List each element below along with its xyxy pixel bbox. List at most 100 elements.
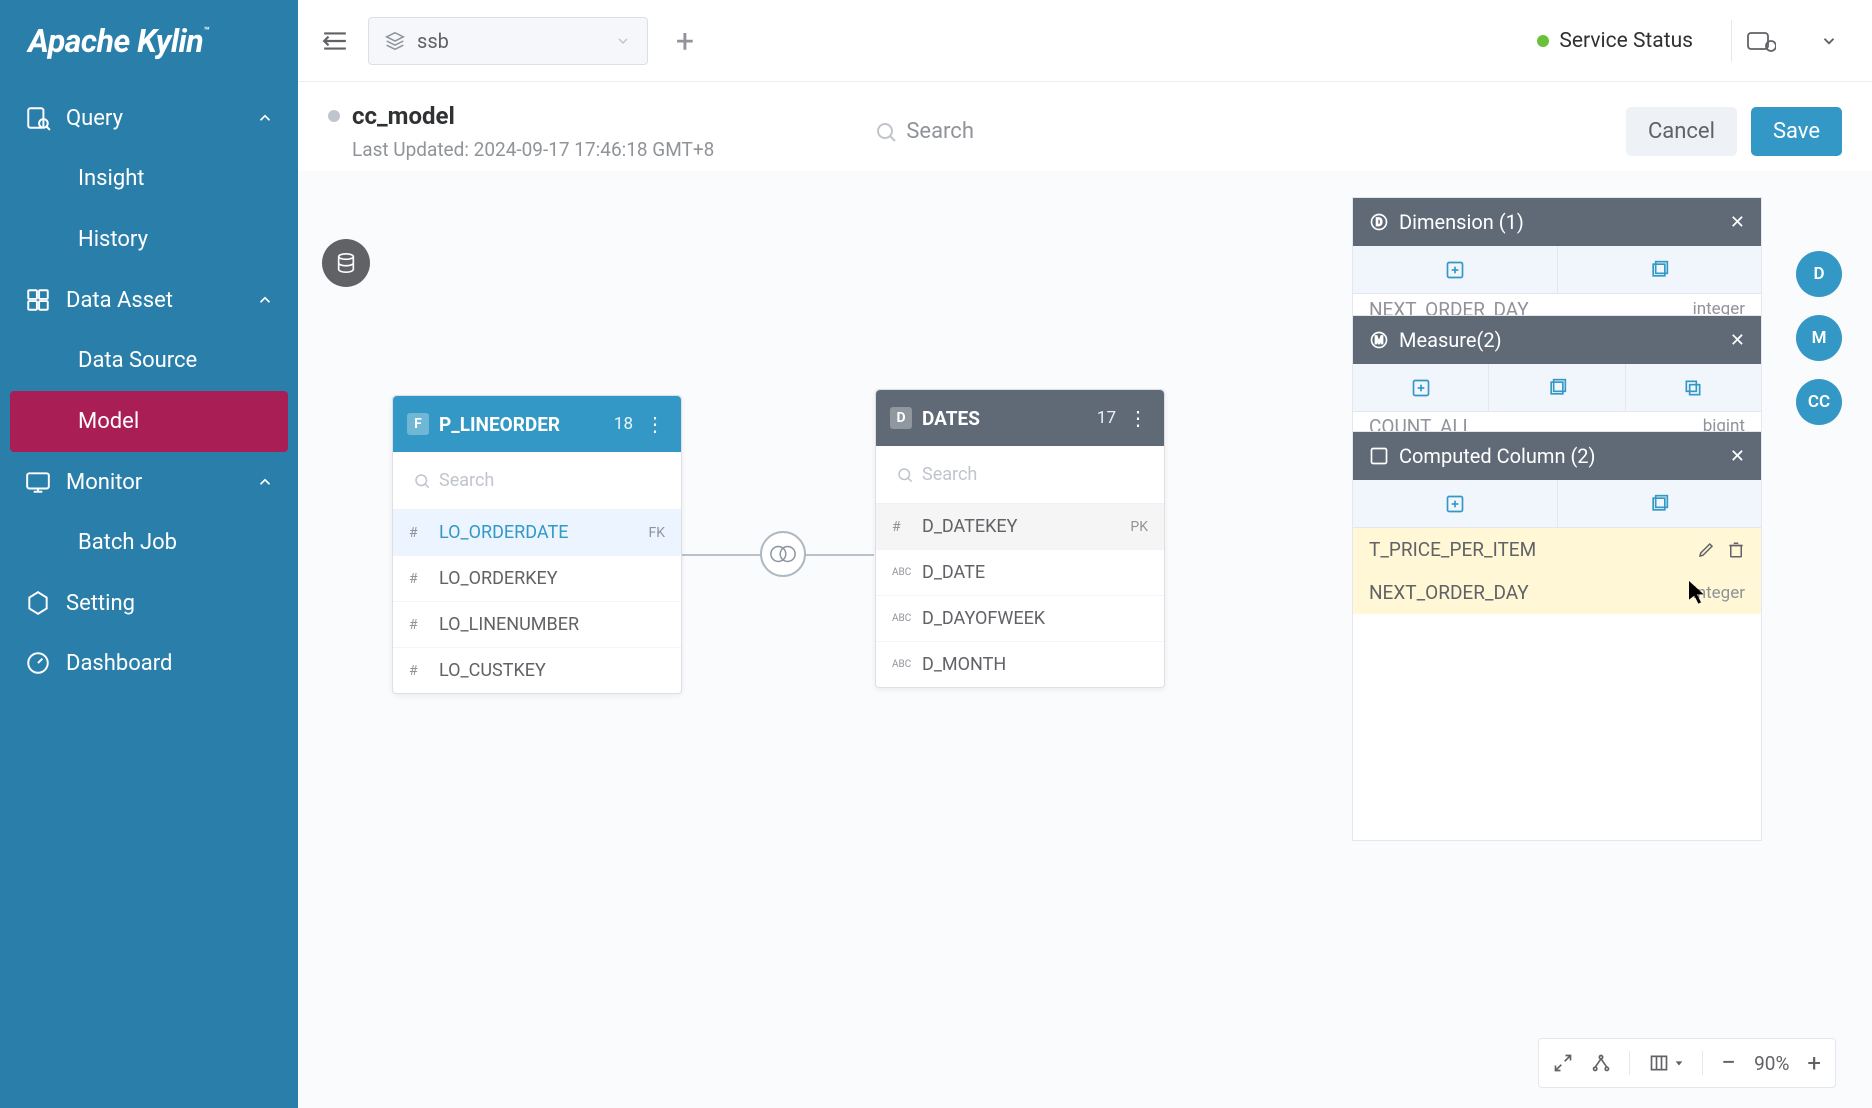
- data-source-toggle[interactable]: [322, 239, 370, 287]
- close-cc-icon[interactable]: ✕: [1730, 446, 1745, 467]
- model-status-dot-icon: [328, 110, 340, 122]
- save-button[interactable]: Save: [1751, 107, 1842, 156]
- close-dimension-icon[interactable]: ✕: [1730, 212, 1745, 233]
- rail-measure-button[interactable]: M: [1796, 315, 1842, 361]
- table-header[interactable]: F P_LINEORDER 18 ⋮: [393, 396, 681, 452]
- column-d-datekey[interactable]: #D_DATEKEYPK: [876, 504, 1164, 550]
- column-lo-orderdate[interactable]: #LO_ORDERDATEFK: [393, 510, 681, 556]
- table-title: DATES: [922, 407, 980, 430]
- logo: Apache Kylin™: [0, 12, 298, 88]
- view-mode-button[interactable]: [1648, 1053, 1684, 1073]
- nav-history[interactable]: History: [0, 209, 298, 270]
- rail-dimension-button[interactable]: D: [1796, 251, 1842, 297]
- column-lo-orderkey[interactable]: #LO_ORDERKEY: [393, 556, 681, 602]
- layers-icon: [385, 31, 405, 51]
- svg-text:M: M: [1375, 335, 1384, 346]
- dimension-batch-button[interactable]: [1558, 246, 1762, 293]
- canvas[interactable]: F P_LINEORDER 18 ⋮ Search #LO_ORDERDATEF…: [298, 171, 1872, 1108]
- column-lo-linenumber[interactable]: #LO_LINENUMBER: [393, 602, 681, 648]
- measure-add-button[interactable]: [1353, 364, 1489, 411]
- measure-copy-button[interactable]: [1489, 364, 1625, 411]
- join-node[interactable]: [760, 531, 806, 577]
- cc-batch-button[interactable]: [1558, 480, 1762, 527]
- model-name: cc_model: [352, 102, 455, 130]
- cc-title: Computed Column (2): [1399, 444, 1596, 468]
- table-dates[interactable]: D DATES 17 ⋮ Search #D_DATEKEYPK ABCD_DA…: [875, 389, 1165, 688]
- topbar: ssb + Service Status: [298, 0, 1872, 82]
- nav-dashboard[interactable]: Dashboard: [0, 633, 298, 693]
- table-search[interactable]: Search: [393, 452, 681, 510]
- nav-setting-label: Setting: [66, 591, 135, 616]
- nav-query-label: Query: [66, 106, 123, 131]
- measure-panel-header[interactable]: M Measure(2) ✕: [1353, 316, 1761, 364]
- close-measure-icon[interactable]: ✕: [1730, 330, 1745, 351]
- zoom-in-button[interactable]: +: [1807, 1051, 1821, 1075]
- user-menu[interactable]: [1810, 32, 1848, 50]
- nav-setting[interactable]: Setting: [0, 573, 298, 633]
- status-dot-icon: [1537, 35, 1549, 47]
- project-select[interactable]: ssb: [368, 17, 648, 65]
- layout-icon[interactable]: [1591, 1053, 1611, 1073]
- column-d-dayofweek[interactable]: ABCD_DAYOFWEEK: [876, 596, 1164, 642]
- query-icon: [24, 104, 52, 132]
- zoom-out-button[interactable]: −: [1721, 1050, 1736, 1076]
- measure-title: Measure(2): [1399, 328, 1502, 352]
- chevron-down-icon: [615, 33, 631, 49]
- table-p-lineorder[interactable]: F P_LINEORDER 18 ⋮ Search #LO_ORDERDATEF…: [392, 395, 682, 694]
- table-col-count: 18: [614, 414, 633, 434]
- dimension-add-button[interactable]: [1353, 246, 1558, 293]
- column-d-month[interactable]: ABCD_MONTH: [876, 642, 1164, 687]
- nav-batch-job[interactable]: Batch Job: [0, 512, 298, 573]
- column-lo-custkey[interactable]: #LO_CUSTKEY: [393, 648, 681, 693]
- nav-data-asset[interactable]: Data Asset: [0, 270, 298, 330]
- canvas-bottom-bar: − 90% +: [1538, 1038, 1836, 1088]
- nav-model[interactable]: Model: [10, 391, 288, 452]
- add-project-button[interactable]: +: [668, 24, 702, 58]
- model-header: cc_model Last Updated: 2024-09-17 17:46:…: [298, 82, 1872, 171]
- cc-add-button[interactable]: [1353, 480, 1558, 527]
- dimension-title: Dimension (1): [1399, 210, 1524, 234]
- service-status[interactable]: Service Status: [1537, 29, 1693, 53]
- nav-monitor[interactable]: Monitor: [0, 452, 298, 512]
- cc-row-t-price-per-item[interactable]: T_PRICE_PER_ITEM: [1353, 528, 1761, 571]
- service-status-label: Service Status: [1559, 29, 1693, 53]
- dimension-panel-header[interactable]: D Dimension (1) ✕: [1353, 198, 1761, 246]
- cc-icon: [1369, 446, 1389, 466]
- project-name: ssb: [417, 29, 449, 53]
- help-button[interactable]: [1731, 20, 1790, 62]
- dashboard-icon: [24, 649, 52, 677]
- nav-data-source[interactable]: Data Source: [0, 330, 298, 391]
- cancel-button[interactable]: Cancel: [1626, 107, 1737, 156]
- table-search[interactable]: Search: [876, 446, 1164, 504]
- main: ssb + Service Status: [298, 0, 1872, 1108]
- model-search-placeholder: Search: [906, 119, 974, 144]
- dim-badge: D: [890, 407, 912, 429]
- model-last-updated: Last Updated: 2024-09-17 17:46:18 GMT+8: [328, 138, 714, 161]
- model-search[interactable]: Search: [874, 119, 974, 144]
- column-d-date[interactable]: ABCD_DATE: [876, 550, 1164, 596]
- sidebar-toggle[interactable]: [322, 30, 348, 52]
- chevron-up-icon: [256, 109, 274, 127]
- data-asset-icon: [24, 286, 52, 314]
- right-panels: D Dimension (1) ✕ NEXT_ORDER_DAY integer: [1352, 197, 1762, 841]
- cc-panel-header[interactable]: Computed Column (2) ✕: [1353, 432, 1761, 480]
- delete-icon[interactable]: [1727, 541, 1745, 559]
- rail-cc-button[interactable]: CC: [1796, 379, 1842, 425]
- sidebar: Apache Kylin™ Query Insight History Data…: [0, 0, 298, 1108]
- table-menu-icon[interactable]: ⋮: [643, 412, 667, 436]
- right-rail: D M CC: [1796, 251, 1842, 425]
- expand-icon[interactable]: [1553, 1053, 1573, 1073]
- chevron-up-icon: [256, 291, 274, 309]
- measure-batch-button[interactable]: [1626, 364, 1761, 411]
- cc-row-next-order-day[interactable]: NEXT_ORDER_DAY integer: [1353, 571, 1761, 614]
- nav-insight[interactable]: Insight: [0, 148, 298, 209]
- nav-query[interactable]: Query: [0, 88, 298, 148]
- edit-icon[interactable]: [1697, 541, 1715, 559]
- fact-badge: F: [407, 413, 429, 435]
- setting-icon: [24, 589, 52, 617]
- chevron-up-icon: [256, 473, 274, 491]
- table-menu-icon[interactable]: ⋮: [1126, 406, 1150, 430]
- table-header[interactable]: D DATES 17 ⋮: [876, 390, 1164, 446]
- svg-text:D: D: [1376, 217, 1383, 228]
- dimension-icon: D: [1369, 212, 1389, 232]
